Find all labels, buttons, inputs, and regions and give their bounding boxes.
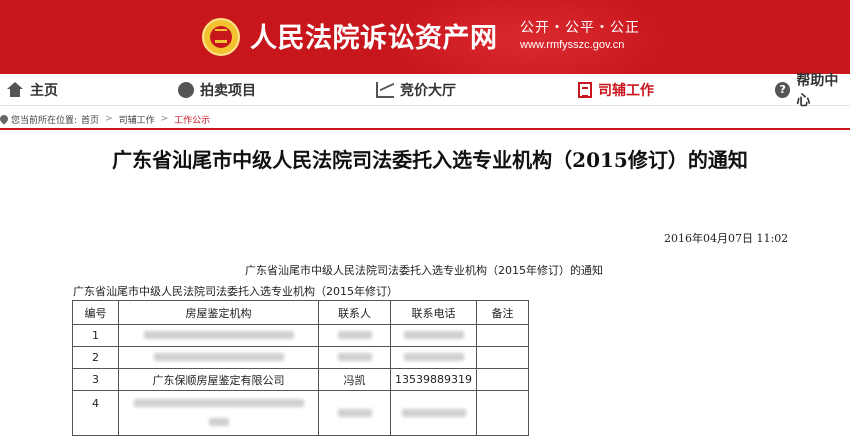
bag-icon [178, 82, 194, 98]
column-header-contact: 联系人 [318, 300, 391, 325]
table-row: 4 [72, 390, 529, 436]
site-slogan: 公开・公平・公正 [520, 20, 640, 36]
institution-name: 广东保顺房屋鉴定有限公司 [118, 368, 319, 391]
redacted-phone [390, 324, 477, 347]
contact-name: 冯凯 [318, 368, 391, 391]
help-icon: ? [775, 82, 791, 98]
home-icon [6, 82, 24, 98]
column-header-institution: 房屋鉴定机构 [118, 300, 319, 325]
redacted-institution [118, 346, 319, 369]
breadcrumb-judicial-link[interactable]: 司辅工作 [119, 113, 155, 126]
table-caption: 广东省汕尾市中级人民法院司法委托入选专业机构（2015年修订） [73, 285, 398, 298]
row-number: 2 [72, 346, 119, 369]
nav-item-home[interactable]: 主页 [6, 74, 58, 106]
row-number: 3 [72, 368, 119, 391]
breadcrumb-separator: > [105, 114, 113, 124]
site-domain: www.rmfysszc.gov.cn [520, 39, 625, 51]
redacted-contact [318, 390, 391, 436]
column-header-phone: 联系电话 [390, 300, 477, 325]
note-cell [476, 390, 529, 436]
nav-item-label: 帮助中心 [796, 73, 839, 109]
site-header-banner: 人民法院诉讼资产网 公开・公平・公正 www.rmfysszc.gov.cn [0, 0, 850, 74]
note-cell [476, 346, 529, 369]
redacted-phone [390, 390, 477, 436]
chart-icon [376, 82, 394, 98]
row-number: 1 [72, 324, 119, 347]
main-nav: 主页 拍卖项目 竞价大厅 司辅工作 ? 帮助中心 [0, 73, 850, 109]
nav-item-label: 司辅工作 [598, 83, 654, 99]
nav-item-label: 主页 [30, 83, 58, 99]
breadcrumb-divider [0, 128, 850, 130]
table-row: 3 广东保顺房屋鉴定有限公司 冯凯 13539889319 [72, 368, 529, 391]
row-number: 4 [72, 390, 119, 436]
location-pin-icon [0, 113, 10, 125]
breadcrumb-prefix: 您当前所在位置: [11, 115, 78, 126]
breadcrumb: 您当前所在位置: 首页 > 司辅工作 > 工作公示 [0, 111, 210, 127]
breadcrumb-home-link[interactable]: 首页 [81, 113, 99, 126]
nav-item-bidding-hall[interactable]: 竞价大厅 [376, 74, 456, 106]
column-header-note: 备注 [476, 300, 529, 325]
site-title[interactable]: 人民法院诉讼资产网 [250, 16, 498, 55]
nav-item-label: 拍卖项目 [200, 83, 256, 99]
article-title: 广东省汕尾市中级人民法院司法委托入选专业机构（2015修订）的通知 [112, 148, 748, 172]
table-header-row: 编号 房屋鉴定机构 联系人 联系电话 备注 [72, 300, 529, 325]
breadcrumb-separator: > [160, 114, 169, 124]
court-emblem-icon[interactable] [202, 18, 240, 56]
column-header-number: 编号 [72, 300, 119, 325]
table-row: 1 [72, 324, 529, 347]
redacted-contact [318, 324, 391, 347]
note-cell [476, 324, 529, 347]
contact-phone: 13539889319 [390, 368, 477, 391]
document-icon [578, 82, 592, 98]
note-cell [476, 368, 529, 391]
nav-item-help-center[interactable]: ? 帮助中心 [775, 73, 850, 109]
breadcrumb-current[interactable]: 工作公示 [174, 113, 210, 126]
nav-item-judicial-assist[interactable]: 司辅工作 [578, 74, 654, 106]
nav-item-auction-projects[interactable]: 拍卖项目 [178, 74, 256, 106]
redacted-institution [118, 324, 319, 347]
redacted-phone [390, 346, 477, 369]
redacted-contact [318, 346, 391, 369]
article-subtitle: 广东省汕尾市中级人民法院司法委托入选专业机构（2015年修订）的通知 [245, 264, 603, 277]
institution-table: 编号 房屋鉴定机构 联系人 联系电话 备注 1 2 3 广东保顺房屋鉴定有限公司… [72, 300, 529, 436]
nav-item-label: 竞价大厅 [400, 83, 456, 99]
redacted-institution [118, 390, 319, 436]
article-date: 2016年04月07日 11:02 [664, 232, 789, 245]
table-row: 2 [72, 346, 529, 369]
